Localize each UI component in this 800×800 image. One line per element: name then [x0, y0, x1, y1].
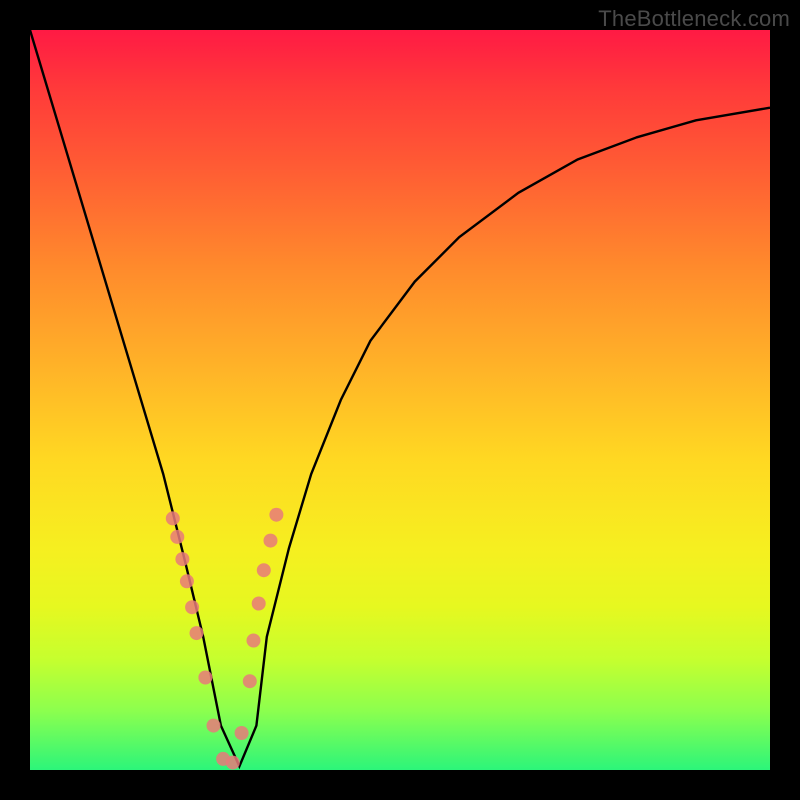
- marker-dot: [269, 508, 283, 522]
- marker-dot: [226, 756, 240, 770]
- bottleneck-curve: [30, 30, 770, 766]
- marker-dot: [235, 726, 249, 740]
- marker-dot: [252, 597, 266, 611]
- chart-svg: [30, 30, 770, 770]
- marker-dot: [198, 671, 212, 685]
- marker-dot: [257, 563, 271, 577]
- marker-dot: [190, 626, 204, 640]
- marker-dot: [180, 574, 194, 588]
- marker-dot: [166, 511, 180, 525]
- marker-dot: [247, 634, 261, 648]
- plot-area: [30, 30, 770, 770]
- watermark-text: TheBottleneck.com: [598, 6, 790, 32]
- marker-dot: [185, 600, 199, 614]
- marker-dot: [175, 552, 189, 566]
- chart-container: TheBottleneck.com: [0, 0, 800, 800]
- marker-dot: [170, 530, 184, 544]
- marker-dot: [243, 674, 257, 688]
- marker-dot: [264, 534, 278, 548]
- marker-dot: [207, 719, 221, 733]
